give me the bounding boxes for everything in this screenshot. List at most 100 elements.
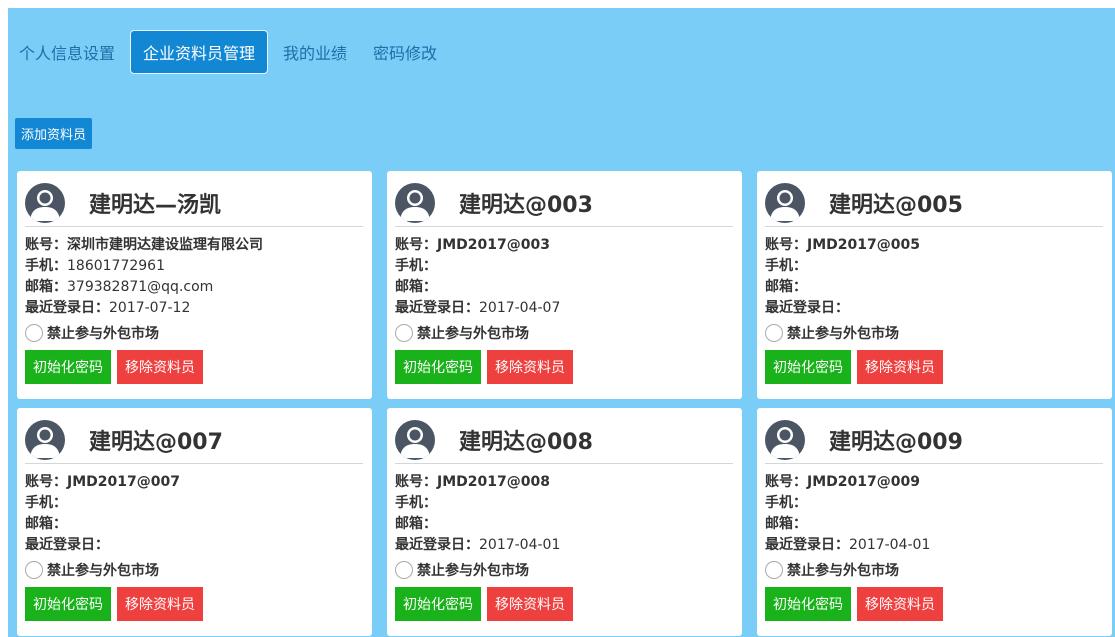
phone-label: 手机： bbox=[395, 495, 437, 511]
last-login-row: 最近登录日：2017-07-12 bbox=[25, 298, 363, 319]
last-login-value: 2017-04-07 bbox=[479, 300, 561, 316]
reset-password-button[interactable]: 初始化密码 bbox=[25, 587, 111, 621]
phone-value: 18601772961 bbox=[67, 258, 165, 274]
account-label: 账号： bbox=[25, 474, 67, 490]
reset-password-button[interactable]: 初始化密码 bbox=[25, 350, 111, 384]
phone-row: 手机： bbox=[765, 493, 1103, 514]
last-login-row: 最近登录日：2017-04-07 bbox=[395, 298, 733, 319]
account-value: JMD2017@003 bbox=[437, 237, 550, 253]
remove-staff-button[interactable]: 移除资料员 bbox=[857, 587, 943, 621]
tab-change-password[interactable]: 密码修改 bbox=[362, 30, 448, 74]
staff-card: 建明达@009 账号：JMD2017@009 手机： 邮箱： 最近登录日：201… bbox=[757, 408, 1112, 636]
email-label: 邮箱： bbox=[395, 279, 437, 295]
last-login-row: 最近登录日： bbox=[765, 298, 1103, 319]
last-login-value: 2017-04-01 bbox=[479, 537, 561, 553]
staff-name: 建明达@007 bbox=[89, 430, 223, 455]
ban-outsourcing-radio[interactable] bbox=[25, 324, 43, 342]
ban-outsourcing-radio[interactable] bbox=[25, 561, 43, 579]
account-value: 深圳市建明达建设监理有限公司 bbox=[67, 237, 263, 253]
email-label: 邮箱： bbox=[765, 279, 807, 295]
ban-outsourcing-label: 禁止参与外包市场 bbox=[417, 563, 529, 579]
last-login-row: 最近登录日：2017-04-01 bbox=[765, 535, 1103, 556]
card-header: 建明达@009 bbox=[765, 417, 1103, 464]
ban-outsourcing-radio[interactable] bbox=[765, 324, 783, 342]
staff-info: 账号：JMD2017@008 手机： 邮箱： 最近登录日：2017-04-01 bbox=[395, 472, 733, 556]
last-login-label: 最近登录日： bbox=[395, 537, 479, 553]
phone-label: 手机： bbox=[765, 495, 807, 511]
staff-name: 建明达@005 bbox=[829, 193, 963, 218]
last-login-label: 最近登录日： bbox=[765, 537, 849, 553]
account-label: 账号： bbox=[395, 237, 437, 253]
account-value: JMD2017@009 bbox=[807, 474, 920, 490]
email-label: 邮箱： bbox=[395, 516, 437, 532]
remove-staff-button[interactable]: 移除资料员 bbox=[117, 350, 203, 384]
staff-card: 建明达@008 账号：JMD2017@008 手机： 邮箱： 最近登录日：201… bbox=[387, 408, 742, 636]
staff-name: 建明达@009 bbox=[829, 430, 963, 455]
email-label: 邮箱： bbox=[25, 516, 67, 532]
email-label: 邮箱： bbox=[765, 516, 807, 532]
phone-row: 手机： bbox=[765, 256, 1103, 277]
email-row: 邮箱： bbox=[765, 277, 1103, 298]
staff-name: 建明达@003 bbox=[459, 193, 593, 218]
phone-label: 手机： bbox=[25, 495, 67, 511]
ban-outsourcing-radio[interactable] bbox=[765, 561, 783, 579]
email-row: 邮箱：379382871@qq.com bbox=[25, 277, 363, 298]
reset-password-button[interactable]: 初始化密码 bbox=[395, 587, 481, 621]
account-label: 账号： bbox=[395, 474, 437, 490]
staff-card: 建明达@007 账号：JMD2017@007 手机： 邮箱： 最近登录日： 禁止… bbox=[17, 408, 372, 636]
account-label: 账号： bbox=[25, 237, 67, 253]
ban-outsourcing-label: 禁止参与外包市场 bbox=[787, 326, 899, 342]
staff-info: 账号：深圳市建明达建设监理有限公司 手机：18601772961 邮箱：3793… bbox=[25, 235, 363, 319]
reset-password-button[interactable]: 初始化密码 bbox=[395, 350, 481, 384]
card-actions: 初始化密码 移除资料员 bbox=[395, 587, 733, 621]
last-login-label: 最近登录日： bbox=[25, 537, 109, 553]
tab-bar: 个人信息设置 企业资料员管理 我的业绩 密码修改 bbox=[8, 30, 452, 74]
card-actions: 初始化密码 移除资料员 bbox=[395, 350, 733, 384]
reset-password-button[interactable]: 初始化密码 bbox=[765, 350, 851, 384]
staff-name: 建明达—汤凯 bbox=[89, 193, 222, 218]
phone-label: 手机： bbox=[25, 258, 67, 274]
remove-staff-button[interactable]: 移除资料员 bbox=[857, 350, 943, 384]
staff-info: 账号：JMD2017@007 手机： 邮箱： 最近登录日： bbox=[25, 472, 363, 556]
account-value: JMD2017@007 bbox=[67, 474, 180, 490]
tab-my-performance[interactable]: 我的业绩 bbox=[272, 30, 358, 74]
ban-outsourcing-option: 禁止参与外包市场 bbox=[395, 322, 733, 344]
staff-info: 账号：JMD2017@009 手机： 邮箱： 最近登录日：2017-04-01 bbox=[765, 472, 1103, 556]
staff-card: 建明达@005 账号：JMD2017@005 手机： 邮箱： 最近登录日： 禁止… bbox=[757, 171, 1112, 399]
card-actions: 初始化密码 移除资料员 bbox=[765, 587, 1103, 621]
staff-info: 账号：JMD2017@005 手机： 邮箱： 最近登录日： bbox=[765, 235, 1103, 319]
ban-outsourcing-radio[interactable] bbox=[395, 324, 413, 342]
staff-name: 建明达@008 bbox=[459, 430, 593, 455]
last-login-label: 最近登录日： bbox=[25, 300, 109, 316]
phone-row: 手机： bbox=[395, 493, 733, 514]
remove-staff-button[interactable]: 移除资料员 bbox=[487, 350, 573, 384]
user-avatar-icon bbox=[25, 183, 65, 223]
email-row: 邮箱： bbox=[25, 514, 363, 535]
tab-personal-info[interactable]: 个人信息设置 bbox=[8, 30, 126, 74]
phone-label: 手机： bbox=[395, 258, 437, 274]
account-row: 账号：JMD2017@003 bbox=[395, 235, 733, 256]
staff-info: 账号：JMD2017@003 手机： 邮箱： 最近登录日：2017-04-07 bbox=[395, 235, 733, 319]
add-staff-button[interactable]: 添加资料员 bbox=[15, 118, 93, 149]
tab-staff-management[interactable]: 企业资料员管理 bbox=[130, 30, 269, 74]
remove-staff-button[interactable]: 移除资料员 bbox=[487, 587, 573, 621]
account-label: 账号： bbox=[765, 474, 807, 490]
ban-outsourcing-radio[interactable] bbox=[395, 561, 413, 579]
reset-password-button[interactable]: 初始化密码 bbox=[765, 587, 851, 621]
user-avatar-icon bbox=[765, 420, 805, 460]
last-login-value: 2017-04-01 bbox=[849, 537, 931, 553]
account-label: 账号： bbox=[765, 237, 807, 253]
card-header: 建明达@003 bbox=[395, 180, 733, 227]
ban-outsourcing-option: 禁止参与外包市场 bbox=[395, 559, 733, 581]
account-row: 账号：JMD2017@005 bbox=[765, 235, 1103, 256]
ban-outsourcing-label: 禁止参与外包市场 bbox=[47, 326, 159, 342]
phone-row: 手机：18601772961 bbox=[25, 256, 363, 277]
user-avatar-icon bbox=[395, 183, 435, 223]
staff-card: 建明达@003 账号：JMD2017@003 手机： 邮箱： 最近登录日：201… bbox=[387, 171, 742, 399]
ban-outsourcing-option: 禁止参与外包市场 bbox=[25, 322, 363, 344]
remove-staff-button[interactable]: 移除资料员 bbox=[117, 587, 203, 621]
user-avatar-icon bbox=[395, 420, 435, 460]
main-panel: 个人信息设置 企业资料员管理 我的业绩 密码修改 添加资料员 建明达—汤凯 账号… bbox=[8, 8, 1115, 637]
card-header: 建明达@005 bbox=[765, 180, 1103, 227]
last-login-label: 最近登录日： bbox=[395, 300, 479, 316]
